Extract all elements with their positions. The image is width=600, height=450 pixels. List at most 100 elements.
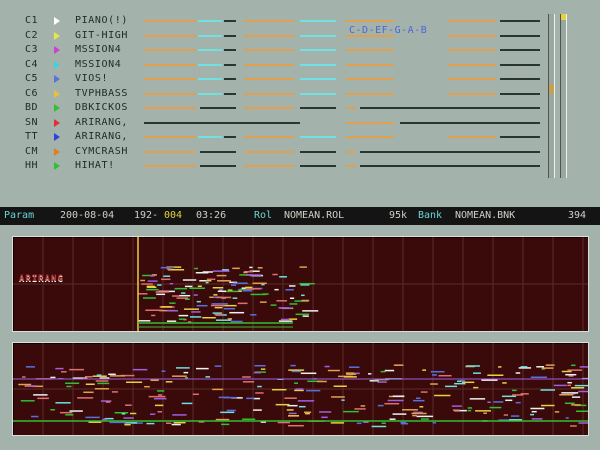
track-segment — [224, 49, 236, 51]
instrument-name[interactable]: MSSION4 — [75, 43, 121, 57]
track-segment — [244, 136, 294, 138]
track-segment — [198, 49, 222, 51]
play-arrow-icon[interactable] — [54, 89, 60, 98]
channel-id: C6 — [25, 87, 39, 99]
track-segment — [198, 20, 222, 22]
channel-row[interactable]: C3 MSSION4 — [0, 43, 548, 57]
instrument-name[interactable]: MSSION4 — [75, 58, 121, 72]
track-segment — [448, 49, 496, 51]
channel-id: C4 — [25, 58, 39, 70]
track-segment — [144, 92, 196, 95]
track-segment — [200, 107, 236, 109]
instrument-name[interactable]: ARIRANG, — [75, 116, 128, 130]
track-segment — [300, 78, 336, 80]
play-arrow-icon[interactable] — [54, 60, 60, 69]
play-arrow-icon[interactable] — [54, 75, 60, 83]
track-segment — [224, 92, 236, 95]
track-segment — [500, 78, 540, 80]
play-arrow-icon[interactable] — [54, 17, 60, 25]
channel-row[interactable]: C6 TVPHBASS — [0, 87, 548, 101]
track-segment — [346, 78, 394, 80]
channel-row[interactable]: C4 MSSION4 — [0, 58, 548, 72]
instrument-name[interactable]: PIANO(!) — [75, 14, 128, 28]
channel-row[interactable]: C1 PIANO(!) — [0, 14, 548, 28]
track-segment — [144, 150, 196, 153]
channel-id: TT — [25, 131, 39, 142]
slider-knob[interactable] — [561, 14, 566, 20]
track-segment — [244, 150, 294, 153]
note-sequence-label: C-D-EF-G-A-B — [349, 25, 428, 36]
channel-id: HH — [25, 160, 39, 171]
instrument-name[interactable]: TVPHBASS — [75, 87, 128, 101]
track-segment — [360, 165, 540, 167]
track-segment — [500, 63, 540, 66]
track-segment — [224, 78, 236, 80]
track-segment — [144, 20, 196, 22]
bank-label: Bank — [418, 210, 443, 221]
track-segment — [500, 20, 540, 22]
track-segment — [500, 136, 540, 138]
play-arrow-icon[interactable] — [54, 162, 60, 170]
play-arrow-icon[interactable] — [54, 147, 60, 156]
channel-id: SN — [25, 116, 39, 128]
track-segment — [244, 92, 294, 95]
tempo-slider[interactable] — [560, 14, 567, 178]
channel-row[interactable]: C2 GIT-HIGH — [0, 29, 548, 43]
pattern-grid-top — [13, 237, 588, 331]
pattern-view-bottom[interactable] — [12, 342, 589, 436]
track-segment — [198, 63, 222, 66]
track-segment — [244, 165, 294, 167]
channel-id: C5 — [25, 73, 39, 84]
rol-file[interactable]: NOMEAN.ROL — [284, 207, 344, 225]
pattern-view-top[interactable]: ARIRANG — [12, 236, 589, 332]
channel-row[interactable]: HH HIHAT! — [0, 159, 548, 173]
channel-row[interactable]: CM CYMCRASH — [0, 145, 548, 159]
date-value: 200-08-04 — [60, 210, 115, 221]
instrument-name[interactable]: ARIRANG, — [75, 130, 128, 144]
track-segment — [200, 165, 236, 167]
track-segment — [500, 49, 540, 51]
track-segment — [300, 20, 336, 22]
slider-knob[interactable] — [549, 84, 554, 94]
track-segment — [300, 107, 336, 109]
play-arrow-icon[interactable] — [54, 31, 60, 40]
channel-id: C1 — [25, 15, 39, 26]
channel-id: CM — [25, 145, 39, 157]
right-value: 394 — [568, 210, 587, 221]
channel-row[interactable]: TT ARIRANG, — [0, 130, 548, 144]
channel-id: C3 — [25, 44, 39, 55]
track-segment — [144, 165, 196, 167]
channel-row[interactable]: C5 VIOS! — [0, 72, 548, 86]
play-arrow-icon[interactable] — [54, 118, 60, 127]
track-segment — [346, 20, 394, 22]
track-segment — [144, 78, 196, 80]
instrument-name[interactable]: GIT-HIGH — [75, 29, 128, 43]
play-arrow-icon[interactable] — [54, 104, 60, 112]
instrument-name[interactable]: DBKICKOS — [75, 101, 128, 115]
channel-id: BD — [25, 102, 39, 113]
instrument-name[interactable]: HIHAT! — [75, 159, 115, 173]
instrument-name[interactable]: VIOS! — [75, 72, 108, 86]
play-arrow-icon[interactable] — [54, 133, 60, 141]
status-bar: Param 200-08-04 192- 004 03:26 Rol NOMEA… — [0, 207, 600, 225]
track-segment — [448, 63, 496, 66]
channel-row[interactable]: SN ARIRANG, — [0, 116, 548, 130]
size-value: 95k — [389, 210, 408, 221]
track-segment — [244, 63, 294, 66]
track-segment — [448, 20, 496, 22]
pattern-grid-bottom — [13, 343, 588, 435]
track-segment — [346, 49, 394, 51]
track-segment — [300, 150, 336, 153]
track-segment — [198, 136, 222, 138]
channel-row[interactable]: BD DBKICKOS — [0, 101, 548, 115]
track-segment — [346, 121, 394, 124]
track-segment — [346, 63, 394, 66]
track-segment — [198, 92, 222, 95]
track-segment — [500, 92, 540, 95]
time-value: 03:26 — [196, 210, 227, 221]
instrument-name[interactable]: CYMCRASH — [75, 145, 128, 159]
volume-slider[interactable] — [548, 14, 555, 178]
track-segment — [448, 78, 496, 80]
play-arrow-icon[interactable] — [54, 46, 60, 54]
bank-file[interactable]: NOMEAN.BNK — [455, 207, 515, 225]
